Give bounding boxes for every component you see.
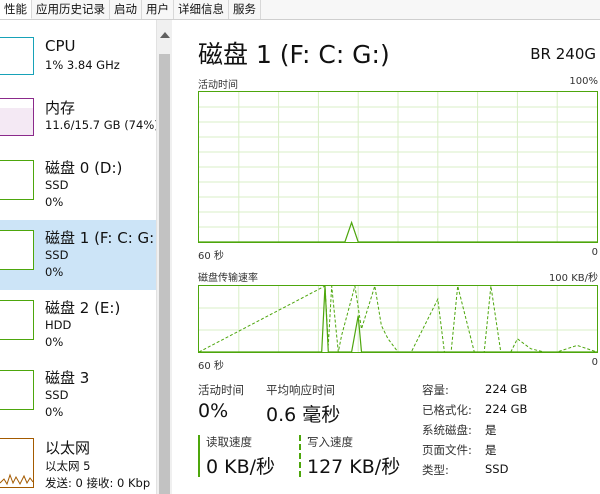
type-value: SSD [485, 462, 509, 476]
page-file-label: 页面文件: [422, 443, 472, 457]
sidebar-item-type: HDD [45, 318, 72, 332]
activity-graph-min-label: 0 [591, 247, 598, 258]
activity-graph-max-label: 100% [569, 76, 598, 87]
disk-3-thumbnail [0, 370, 34, 410]
tab-app-history[interactable]: 应用历史记录 [32, 0, 110, 19]
read-speed-value: 0 KB/秒 [206, 456, 276, 478]
sidebar-scrollbar[interactable] [156, 20, 172, 494]
sidebar-item-type: SSD [45, 248, 69, 262]
transfer-rate-chart [199, 286, 597, 352]
type-label: 类型: [422, 463, 449, 477]
activity-time-graph [198, 91, 598, 243]
tab-details[interactable]: 详细信息 [174, 0, 229, 19]
read-speed-indicator [198, 435, 200, 477]
sidebar-item-type: SSD [45, 388, 69, 402]
sidebar: CPU 1% 3.84 GHz 内存 11.6/15.7 GB (74%) 磁盘… [0, 20, 156, 494]
tab-performance[interactable]: 性能 [0, 0, 32, 19]
disk-0-thumbnail [0, 160, 34, 200]
sidebar-item-cpu[interactable]: CPU 1% 3.84 GHz [0, 20, 156, 90]
sidebar-item-disk-2[interactable]: 磁盘 2 (E:) HDD 0% [0, 290, 156, 360]
formatted-value: 224 GB [485, 402, 528, 416]
cpu-thumbnail [0, 37, 34, 75]
transfer-graph-max-label: 100 KB/秒 [548, 273, 598, 284]
detail-pane: 磁盘 1 (F: C: G:) BR 240G 活动时间 100% 60 秒 0… [172, 20, 600, 494]
scroll-up-arrow-icon[interactable] [160, 32, 170, 38]
sidebar-item-detail: 1% 3.84 GHz [45, 58, 120, 72]
activity-graph-label: 活动时间 [198, 80, 238, 91]
disk-model: BR 240G [530, 45, 596, 63]
sidebar-item-label: 磁盘 0 (D:) [45, 159, 123, 177]
capacity-label: 容量: [422, 383, 449, 397]
tab-bar: 性能 应用历史记录 启动 用户 详细信息 服务 [0, 0, 600, 20]
sidebar-item-label: 磁盘 3 [45, 369, 90, 387]
capacity-value: 224 GB [485, 382, 528, 396]
sidebar-item-label: 磁盘 1 (F: C: G: [45, 229, 155, 247]
transfer-graph-min-label: 0 [591, 357, 598, 368]
disk-2-thumbnail [0, 300, 34, 340]
activity-graph-time-label: 60 秒 [198, 251, 224, 262]
transfer-graph-time-label: 60 秒 [198, 361, 224, 372]
active-time-value: 0% [198, 400, 229, 422]
system-disk-label: 系统磁盘: [422, 423, 472, 437]
scroll-thumb[interactable] [159, 54, 170, 494]
sidebar-item-detail: 以太网 5 [45, 459, 91, 473]
tab-startup[interactable]: 启动 [110, 0, 142, 19]
page-file-value: 是 [485, 443, 497, 457]
activity-time-chart [199, 92, 597, 242]
sidebar-item-type: SSD [45, 178, 69, 192]
sidebar-item-ethernet[interactable]: 以太网 以太网 5 发送: 0 接收: 0 Kbp [0, 430, 156, 494]
sidebar-item-label: CPU [45, 37, 76, 55]
sidebar-item-usage: 0% [45, 405, 64, 419]
sidebar-item-disk-3[interactable]: 磁盘 3 SSD 0% [0, 360, 156, 430]
sidebar-item-usage: 0% [45, 265, 64, 279]
memory-thumbnail [0, 98, 34, 136]
system-disk-value: 是 [485, 423, 497, 437]
sidebar-item-throughput: 发送: 0 接收: 0 Kbp [45, 476, 151, 490]
sidebar-item-label: 以太网 [45, 439, 91, 457]
sidebar-item-detail: 11.6/15.7 GB (74%) [45, 118, 156, 132]
write-speed-label: 写入速度 [307, 435, 353, 449]
sidebar-item-disk-1[interactable]: 磁盘 1 (F: C: G: SSD 0% [0, 220, 156, 290]
tab-users[interactable]: 用户 [142, 0, 174, 19]
avg-response-value: 0.6 毫秒 [266, 404, 341, 426]
active-time-label: 活动时间 [198, 383, 244, 397]
sidebar-item-usage: 0% [45, 335, 64, 349]
transfer-graph-label: 磁盘传输速率 [198, 273, 258, 284]
formatted-label: 已格式化: [422, 403, 472, 417]
sidebar-item-usage: 0% [45, 195, 64, 209]
sidebar-item-label: 内存 [45, 99, 76, 117]
ethernet-thumbnail [0, 438, 34, 488]
write-speed-indicator [299, 435, 301, 477]
tab-services[interactable]: 服务 [229, 0, 261, 19]
transfer-rate-graph [198, 285, 598, 353]
disk-1-thumbnail [0, 230, 34, 270]
sidebar-item-disk-0[interactable]: 磁盘 0 (D:) SSD 0% [0, 150, 156, 220]
avg-response-label: 平均响应时间 [266, 383, 335, 397]
ethernet-sparkline [0, 473, 34, 486]
page-title: 磁盘 1 (F: C: G:) [198, 40, 390, 69]
write-speed-value: 127 KB/秒 [307, 456, 401, 478]
sidebar-item-label: 磁盘 2 (E:) [45, 299, 121, 317]
read-speed-label: 读取速度 [206, 435, 252, 449]
